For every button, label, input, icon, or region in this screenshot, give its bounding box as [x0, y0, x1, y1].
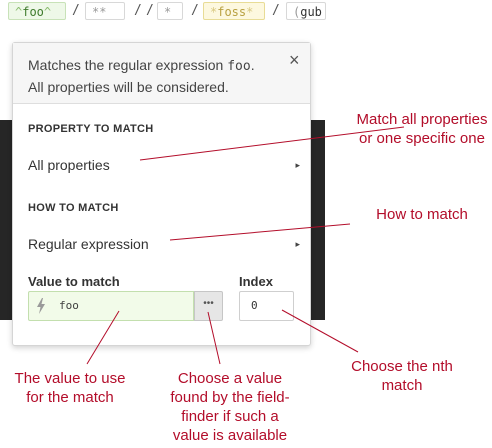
token-foss[interactable]: *foss*	[203, 2, 265, 20]
bolt-icon	[37, 298, 45, 314]
token-gub[interactable]: (gub	[286, 2, 326, 20]
token-foss-label: foss	[217, 5, 247, 19]
field-finder-button[interactable]: •••	[194, 291, 223, 321]
path-separator: /	[134, 3, 142, 18]
token-foo-label: foo	[22, 5, 44, 19]
annotation-match-all: Match all properties or one specific one	[356, 111, 488, 147]
path-separator: /	[146, 3, 154, 18]
path-separator: /	[72, 3, 80, 18]
property-select-value: All properties	[28, 157, 110, 173]
path-token-bar: ^foo^ / ** / / * / *foss* / (gub	[0, 0, 492, 26]
how-section-label: HOW TO MATCH	[28, 202, 119, 214]
annotation-nth-match: Choose the nth match	[351, 358, 453, 394]
token-gub-label: gub	[300, 5, 322, 19]
path-separator: /	[272, 3, 280, 18]
value-input[interactable]: foo	[28, 291, 194, 321]
value-field-label: Value to match	[28, 274, 120, 289]
index-input[interactable]: 0	[239, 291, 294, 321]
path-separator: /	[191, 3, 199, 18]
annotation-value-to-use: The value to use for the match	[14, 370, 126, 406]
annotation-field-finder: Choose a value found by the field-finder…	[170, 370, 290, 444]
popup-header: Matches the regular expression foo. All …	[13, 43, 310, 104]
description-code: foo	[227, 59, 251, 74]
popup-description: Matches the regular expression foo. All …	[28, 57, 255, 95]
close-icon[interactable]: ×	[289, 51, 300, 69]
how-select[interactable]: Regular expression ▸	[28, 233, 300, 255]
index-field-label: Index	[239, 274, 273, 289]
chevron-right-icon: ▸	[295, 239, 300, 249]
token-star[interactable]: *	[157, 2, 183, 20]
annotation-how-to-match: How to match	[376, 206, 468, 223]
chevron-right-icon: ▸	[295, 160, 300, 170]
match-popup: Matches the regular expression foo. All …	[12, 42, 311, 346]
how-select-value: Regular expression	[28, 236, 149, 252]
property-section-label: PROPERTY TO MATCH	[28, 123, 154, 135]
token-foo[interactable]: ^foo^	[8, 2, 66, 20]
value-text: foo	[59, 299, 79, 312]
token-double-star[interactable]: **	[85, 2, 125, 20]
property-select[interactable]: All properties ▸	[28, 154, 300, 176]
